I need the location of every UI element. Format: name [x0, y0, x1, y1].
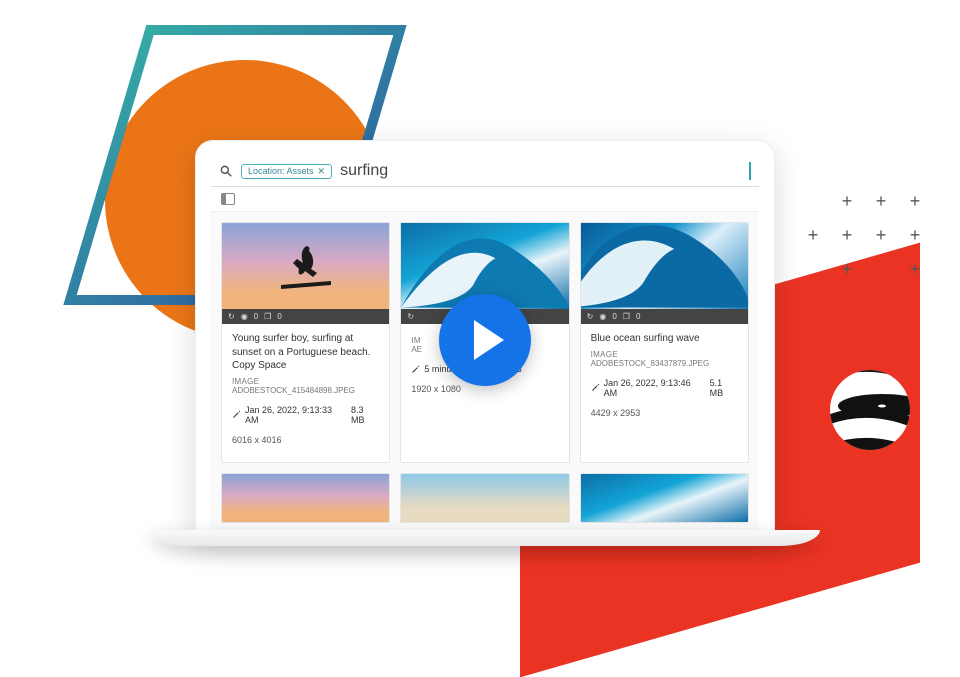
search-input[interactable]: [340, 162, 747, 180]
meta-count: 0: [612, 312, 616, 321]
layers-icon: ❐: [623, 312, 630, 321]
asset-thumbnail: [581, 223, 748, 309]
asset-filename: ADOBESTOCK_415484898.JPEG: [232, 386, 379, 395]
layout-toggle-icon[interactable]: [221, 193, 235, 205]
close-icon[interactable]: ✕: [318, 166, 326, 177]
refresh-icon: ↻: [228, 312, 235, 321]
asset-title: Young surfer boy, surfing at sunset on a…: [232, 332, 379, 373]
asset-card[interactable]: [400, 473, 569, 523]
asset-title: Blue ocean surfing wave: [591, 332, 738, 346]
asset-modified: Jan 26, 2022, 9:13:33 AM: [245, 405, 347, 425]
asset-modified-row: Jan 26, 2022, 9:13:46 AM 5.1 MB: [591, 378, 738, 398]
pencil-icon: [232, 410, 241, 419]
asset-dimensions: 4429 x 2953: [591, 408, 738, 418]
refresh-icon: ↻: [587, 312, 594, 321]
location-chip[interactable]: Location: Assets ✕: [241, 164, 332, 179]
asset-thumbnail: [581, 474, 748, 522]
asset-modified-row: Jan 26, 2022, 9:13:33 AM 8.3 MB: [232, 405, 379, 425]
asset-card-body: Blue ocean surfing wave IMAGE ADOBESTOCK…: [581, 324, 748, 428]
asset-card[interactable]: [580, 473, 749, 523]
layers-icon: ❐: [264, 312, 271, 321]
asset-size: 5.1 MB: [710, 378, 738, 398]
surfer-icon: [271, 241, 341, 291]
pencil-icon: [411, 365, 420, 374]
search-bar: Location: Assets ✕: [211, 156, 759, 187]
asset-thumbnail: [222, 474, 389, 522]
asset-card[interactable]: [221, 473, 390, 523]
device-frame: Location: Assets ✕ ↻ ◉ 0: [195, 140, 775, 540]
asset-type: IMAGE: [232, 377, 379, 386]
asset-thumbnail: [222, 223, 389, 309]
asset-meta-strip: ↻ ◉ 0 ❐ 0: [581, 309, 748, 324]
meta-count: 0: [254, 312, 258, 321]
play-button[interactable]: [439, 294, 531, 386]
search-icon: [219, 164, 233, 178]
meta-count: 0: [277, 312, 281, 321]
eye-icon: ◉: [241, 312, 248, 321]
eye-icon: ◉: [599, 312, 606, 321]
text-caret: [749, 162, 751, 180]
asset-modified: Jan 26, 2022, 9:13:46 AM: [604, 378, 706, 398]
pencil-icon: [591, 383, 600, 392]
refresh-icon: ↻: [407, 312, 414, 321]
meta-count: 0: [636, 312, 640, 321]
asset-card[interactable]: ↻ ◉ 0 ❐ 0 Young surfer boy, surfing at s…: [221, 222, 390, 463]
asset-filename: ADOBESTOCK_83437879.JPEG: [591, 359, 738, 368]
bg-striped-sphere: [830, 370, 910, 450]
bg-plus-grid: ++++ ++++ ++++: [800, 190, 928, 284]
asset-size: 8.3 MB: [351, 405, 379, 425]
asset-thumbnail: [401, 474, 568, 522]
asset-dimensions: 6016 x 4016: [232, 435, 379, 445]
toolbar: [211, 187, 759, 212]
wave-icon: [581, 223, 748, 307]
asset-type: IMAGE: [591, 350, 738, 359]
asset-card-body: Young surfer boy, surfing at sunset on a…: [222, 324, 389, 455]
asset-meta-strip: ↻ ◉ 0 ❐ 0: [222, 309, 389, 324]
location-chip-label: Location: Assets: [248, 166, 314, 176]
asset-card[interactable]: ↻ ◉ 0 ❐ 0 Blue ocean surfing wave IMAGE …: [580, 222, 749, 463]
device-base: [150, 530, 820, 546]
